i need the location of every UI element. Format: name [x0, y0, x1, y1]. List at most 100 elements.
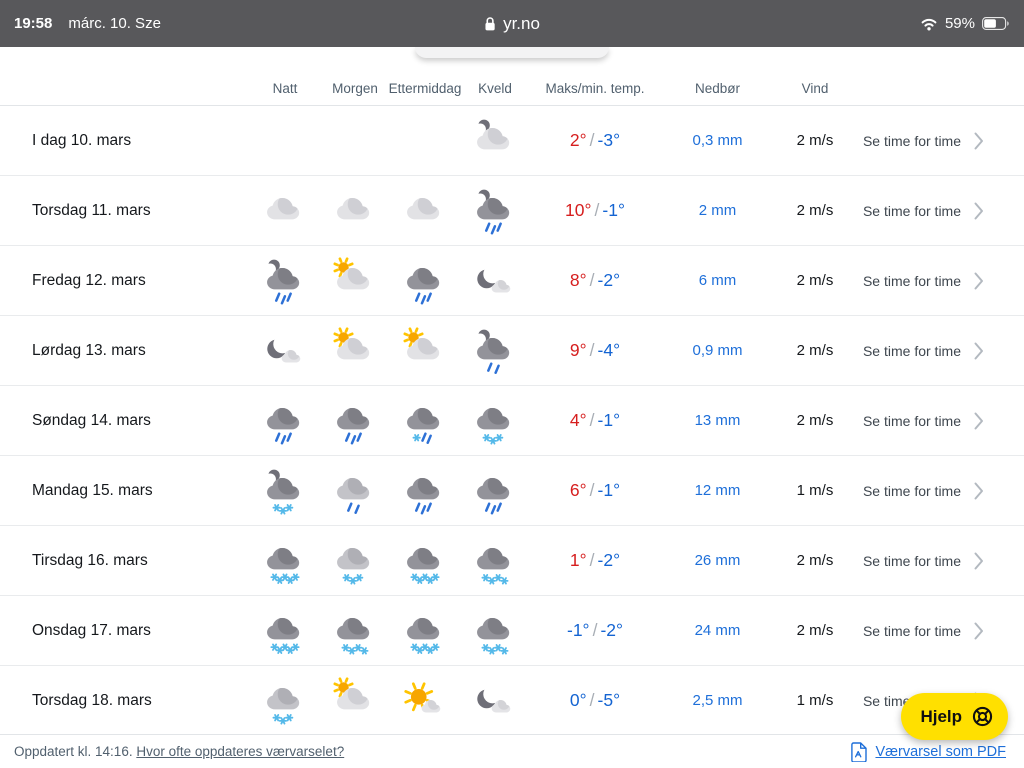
row-day-label: Torsdag 18. mars — [0, 692, 250, 710]
footer-updated: Oppdatert kl. 14:16. Hvor ofte oppdatere… — [14, 744, 344, 759]
weather-icon-light-snow-morgen — [332, 537, 378, 585]
see-hour-by-hour-label: Se time for time — [863, 623, 961, 639]
weather-icon-sleet-ettermiddag — [402, 397, 448, 445]
weather-icon-rain-ettermiddag — [402, 467, 448, 515]
row-wind: 2 m/s — [797, 342, 834, 359]
table-row[interactable]: Mandag 15. mars 6°/-1° 12 mm 1 m/s Se ti… — [0, 456, 1024, 526]
row-precipitation: 0,3 mm — [692, 132, 742, 149]
temp-min: -2° — [600, 620, 623, 640]
weather-icon-snow-kveld — [472, 397, 518, 445]
weather-icon-partly-cloudy-day-morgen — [332, 257, 378, 305]
help-button-label: Hjelp — [920, 707, 962, 727]
help-button[interactable]: Hjelp — [901, 693, 1008, 740]
temp-slash: / — [587, 550, 598, 570]
weather-icon-partly-cloudy-day-ettermiddag — [402, 327, 448, 375]
temp-min: -5° — [598, 690, 621, 710]
chevron-right-icon — [974, 272, 984, 290]
table-row[interactable]: Torsdag 11. mars 10°/-1° 2 mm 2 m/s Se t… — [0, 176, 1024, 246]
chevron-right-icon — [974, 552, 984, 570]
address-bar[interactable]: yr.no — [484, 0, 540, 47]
updated-text: Oppdatert kl. 14:16. — [14, 744, 133, 759]
temp-max: 6° — [570, 480, 587, 500]
row-temperature: 4°/-1° — [570, 410, 620, 431]
table-row[interactable]: Torsdag 18. mars 0°/-5° 2,5 mm 1 m/s Se … — [0, 666, 1024, 736]
table-row[interactable]: Lørdag 13. mars 9°/-4° 0,9 mm 2 m/s Se t… — [0, 316, 1024, 386]
row-temperature: 9°/-4° — [570, 340, 620, 361]
see-hour-by-hour-label: Se time for time — [863, 133, 961, 149]
weather-icon-rain-morgen — [332, 397, 378, 445]
chevron-right-icon — [974, 412, 984, 430]
weather-icon-empty-ettermiddag — [402, 117, 448, 165]
temp-min: -1° — [598, 480, 621, 500]
weather-icon-partly-cloudy-day-morgen — [332, 677, 378, 725]
col-header-natt: Natt — [273, 81, 298, 96]
col-header-kveld: Kveld — [478, 81, 512, 96]
row-temperature: -1°/-2° — [567, 620, 623, 641]
weather-icon-heavy-snow-ettermiddag — [402, 607, 448, 655]
status-time: 19:58 — [14, 15, 52, 32]
temp-slash: / — [587, 270, 598, 290]
table-row[interactable]: Tirsdag 16. mars 1°/-2° 26 mm 2 m/s Se t… — [0, 526, 1024, 596]
weather-icon-light-rain-morgen — [332, 467, 378, 515]
row-day-label: Onsdag 17. mars — [0, 622, 250, 640]
weather-icon-partly-cloudy-night-kveld — [472, 117, 518, 165]
weather-icon-rain-night-natt — [262, 257, 308, 305]
table-row[interactable]: I dag 10. mars 2°/-3° 0,3 mm 2 m/s Se ti… — [0, 106, 1024, 176]
row-temperature: 6°/-1° — [570, 480, 620, 501]
update-frequency-link[interactable]: Hvor ofte oppdateres værvarselet? — [136, 744, 344, 759]
see-hour-by-hour-link[interactable]: Se time for time — [863, 482, 1024, 500]
row-temperature: 1°/-2° — [570, 550, 620, 571]
weather-icon-rain-ettermiddag — [402, 257, 448, 305]
see-hour-by-hour-link[interactable]: Se time for time — [863, 132, 1024, 150]
row-temperature: 8°/-2° — [570, 270, 620, 291]
forecast-table: I dag 10. mars 2°/-3° 0,3 mm 2 m/s Se ti… — [0, 106, 1024, 736]
see-hour-by-hour-label: Se time for time — [863, 203, 961, 219]
row-day-label: Tirsdag 16. mars — [0, 552, 250, 570]
weather-icon-empty-natt — [262, 117, 308, 165]
pdf-document-icon — [851, 742, 868, 762]
temp-min: -4° — [598, 340, 621, 360]
row-wind: 2 m/s — [797, 552, 834, 569]
col-header-temp: Maks/min. temp. — [545, 81, 644, 96]
see-hour-by-hour-link[interactable]: Se time for time — [863, 202, 1024, 220]
temp-max: 2° — [570, 130, 587, 150]
temp-slash: / — [590, 620, 601, 640]
weather-icon-light-snow-natt — [262, 677, 308, 725]
weather-icon-cloudy-morgen — [332, 187, 378, 235]
temp-slash: / — [587, 340, 598, 360]
temp-min: -1° — [598, 410, 621, 430]
address-bar-bump — [415, 47, 609, 58]
pdf-download-link[interactable]: Værvarsel som PDF — [875, 744, 1006, 760]
table-row[interactable]: Onsdag 17. mars -1°/-2° 24 mm 2 m/s Se t… — [0, 596, 1024, 666]
see-hour-by-hour-label: Se time for time — [863, 553, 961, 569]
row-precipitation: 12 mm — [695, 482, 741, 499]
temp-slash: / — [592, 200, 603, 220]
row-wind: 2 m/s — [797, 132, 834, 149]
see-hour-by-hour-link[interactable]: Se time for time — [863, 342, 1024, 360]
row-wind: 2 m/s — [797, 202, 834, 219]
row-wind: 1 m/s — [797, 692, 834, 709]
temp-min: -2° — [598, 270, 621, 290]
temp-max: -1° — [567, 620, 590, 640]
row-temperature: 2°/-3° — [570, 130, 620, 151]
row-day-label: Søndag 14. mars — [0, 412, 250, 430]
weather-icon-light-rain-night-kveld — [472, 327, 518, 375]
weather-icon-fair-night-kveld — [472, 257, 518, 305]
chevron-right-icon — [974, 342, 984, 360]
temp-max: 4° — [570, 410, 587, 430]
table-row[interactable]: Fredag 12. mars 8°/-2° 6 mm 2 m/s Se tim… — [0, 246, 1024, 316]
forecast-page: Natt Morgen Ettermiddag Kveld Maks/min. … — [0, 47, 1024, 736]
table-row[interactable]: Søndag 14. mars 4°/-1° 13 mm 2 m/s Se ti… — [0, 386, 1024, 456]
see-hour-by-hour-link[interactable]: Se time for time — [863, 622, 1024, 640]
chevron-right-icon — [974, 132, 984, 150]
see-hour-by-hour-link[interactable]: Se time for time — [863, 552, 1024, 570]
statusbar-right: 59% — [920, 15, 1010, 32]
safari-status-bar: 19:58 márc. 10. Sze yr.no 59% — [0, 0, 1024, 47]
see-hour-by-hour-link[interactable]: Se time for time — [863, 412, 1024, 430]
row-precipitation: 24 mm — [695, 622, 741, 639]
temp-slash: / — [587, 480, 598, 500]
temp-max: 1° — [570, 550, 587, 570]
see-hour-by-hour-link[interactable]: Se time for time — [863, 272, 1024, 290]
weather-icon-rain-natt — [262, 397, 308, 445]
see-hour-by-hour-label: Se time for time — [863, 343, 961, 359]
